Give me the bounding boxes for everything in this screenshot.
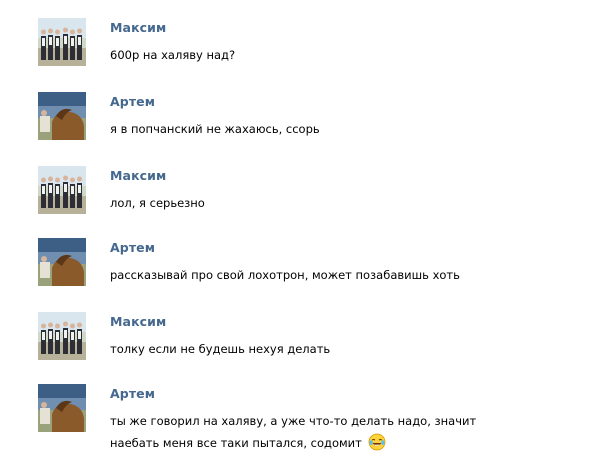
avatar[interactable] — [38, 312, 86, 360]
message-text: рассказывай про свой лохотрон, может поз… — [110, 268, 460, 282]
author-name[interactable]: Максим — [110, 20, 166, 35]
author-name[interactable]: Артем — [110, 386, 155, 401]
message-text: я в попчанский не жахаюсь, ссорь — [110, 122, 320, 136]
message-text-body: ты же говорил на халяву, а уже что-то де… — [110, 414, 477, 450]
message-text: 600р на халяву над? — [110, 48, 236, 62]
author-name[interactable]: Максим — [110, 314, 166, 329]
avatar[interactable] — [38, 166, 86, 214]
horse-photo-icon — [38, 238, 86, 286]
laughing-tears-emoji-icon — [368, 433, 386, 451]
avatar[interactable] — [38, 238, 86, 286]
group-photo-icon — [38, 18, 86, 66]
author-name[interactable]: Максим — [110, 168, 166, 183]
message-text: толку если не будешь нехуя делать — [110, 342, 331, 356]
avatar[interactable] — [38, 384, 86, 432]
avatar[interactable] — [38, 92, 86, 140]
horse-photo-icon — [38, 92, 86, 140]
message-text: ты же говорил на халяву, а уже что-то де… — [110, 410, 590, 454]
group-photo-icon — [38, 312, 86, 360]
author-name[interactable]: Артем — [110, 94, 155, 109]
author-name[interactable]: Артем — [110, 240, 155, 255]
group-photo-icon — [38, 166, 86, 214]
horse-photo-icon — [38, 384, 86, 432]
message-text: лол, я серьезно — [110, 196, 205, 210]
avatar[interactable] — [38, 18, 86, 66]
